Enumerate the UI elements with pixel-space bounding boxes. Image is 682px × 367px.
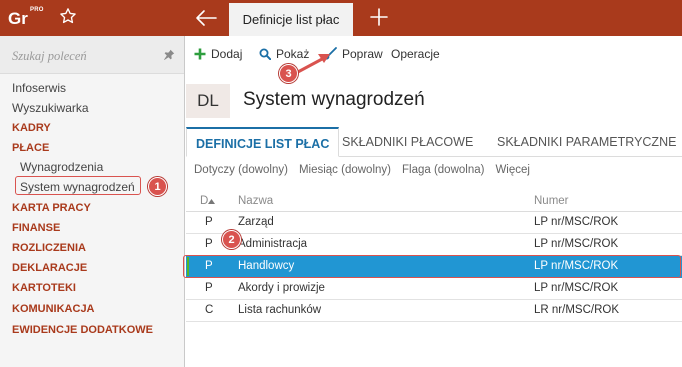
tab-definicje-list-plac[interactable]: DEFINICJE LIST PŁAC xyxy=(186,127,340,157)
callout-3: 3 xyxy=(279,64,298,83)
table-row[interactable]: P Administracja LP nr/MSC/ROK xyxy=(186,234,682,256)
callout-1: 1 xyxy=(148,177,167,196)
filter-flaga[interactable]: Flaga (dowolna) xyxy=(402,164,484,176)
content-tabs: DEFINICJE LIST PŁAC SKŁADNIKI PŁACOWE SK… xyxy=(186,127,682,157)
sidebar-item-ewidencje-dodatkowe[interactable]: EWIDENCJE DODATKOWE xyxy=(0,320,184,340)
cell-name: Akordy i prowizje xyxy=(238,282,325,294)
highlight-system-wynagrodzen xyxy=(15,176,141,195)
page-title: System wynagrodzeń xyxy=(243,89,425,110)
cell-name: Zarząd xyxy=(238,216,274,228)
back-arrow-icon[interactable] xyxy=(195,9,217,27)
edit-label: Popraw xyxy=(342,47,383,61)
cell-number: LP nr/MSC/ROK xyxy=(534,238,619,250)
sidebar-item-rozliczenia[interactable]: ROZLICZENIA xyxy=(0,238,184,258)
column-header-nazwa[interactable]: Nazwa xyxy=(238,195,273,207)
highlight-handlowcy xyxy=(183,255,681,278)
add-button[interactable]: Dodaj xyxy=(194,47,242,61)
sidebar-item-kartoteki[interactable]: KARTOTEKI xyxy=(0,278,184,298)
add-label: Dodaj xyxy=(211,47,243,61)
toolbar: Dodaj Pokaż Popraw Operacje xyxy=(186,36,682,74)
sidebar-item-infoserwis[interactable]: Infoserwis xyxy=(0,78,184,98)
column-header-numer[interactable]: Numer xyxy=(534,195,569,207)
logo-suffix: PRO xyxy=(30,7,44,13)
sort-up-icon[interactable] xyxy=(208,199,215,204)
show-label: Pokaż xyxy=(276,47,310,61)
callout-2: 2 xyxy=(222,230,241,249)
sidebar: Szukaj poleceń Infoserwis Wyszukiwarka KAD… xyxy=(0,36,185,367)
tab-definicje-list-plac[interactable]: Definicje list płac xyxy=(229,3,353,36)
sidebar-item-wyszukiwarka[interactable]: Wyszukiwarka xyxy=(0,98,184,118)
sidebar-item-komunikacja[interactable]: KOMUNIKACJA xyxy=(0,299,184,319)
add-icon xyxy=(194,48,206,60)
table-row[interactable]: P Zarząd LP nr/MSC/ROK xyxy=(186,212,682,234)
table-header: D Nazwa Numer xyxy=(186,192,682,212)
sidebar-item-karta-pracy[interactable]: KARTA PRACY xyxy=(0,198,184,218)
brush-icon xyxy=(324,47,337,60)
cell-d: P xyxy=(205,216,213,228)
cell-name: Administracja xyxy=(238,238,308,250)
operations-button[interactable]: Operacje xyxy=(391,47,440,61)
search-input[interactable]: Szukaj poleceń xyxy=(12,49,87,64)
search-icon xyxy=(259,48,271,60)
cell-name: Lista rachunków xyxy=(238,304,322,316)
sidebar-item-kadry[interactable]: KADRY xyxy=(0,118,184,138)
filter-dotyczy[interactable]: Dotyczy (dowolny) xyxy=(194,164,288,176)
pin-icon[interactable] xyxy=(163,49,175,61)
sidebar-item-wynagrodzenia[interactable]: Wynagrodzenia xyxy=(0,157,184,177)
cell-d: P xyxy=(205,282,213,294)
operations-label: Operacje xyxy=(391,47,440,61)
table-row[interactable]: C Lista rachunków LR nr/MSC/ROK xyxy=(186,300,682,322)
table-row[interactable]: P Akordy i prowizje LP nr/MSC/ROK xyxy=(186,278,682,300)
search-box[interactable]: Szukaj poleceń xyxy=(0,36,184,74)
cell-number: LR nr/MSC/ROK xyxy=(534,304,619,316)
edit-button[interactable]: Popraw xyxy=(323,47,383,61)
filter-miesiac[interactable]: Miesiąc (dowolny) xyxy=(299,164,391,176)
sidebar-item-place[interactable]: PŁACE xyxy=(0,138,184,158)
plus-icon[interactable] xyxy=(370,8,388,26)
sidebar-item-deklaracje[interactable]: DEKLARACJE xyxy=(0,258,184,278)
cell-number: LP nr/MSC/ROK xyxy=(534,282,619,294)
tab-skladniki-placowe[interactable]: SKŁADNIKI PŁACOWE xyxy=(333,127,482,157)
logo-text: Gr xyxy=(8,9,28,28)
sidebar-item-finanse[interactable]: FINANSE xyxy=(0,218,184,238)
top-bar: Gr PRO Definicje list płac xyxy=(0,0,682,36)
cell-d: P xyxy=(205,238,213,250)
page-badge: DL xyxy=(186,84,230,118)
cell-number: LP nr/MSC/ROK xyxy=(534,216,619,228)
cell-d: C xyxy=(205,304,214,316)
star-icon[interactable] xyxy=(59,7,77,25)
app-logo[interactable]: Gr PRO xyxy=(8,4,43,32)
show-button[interactable]: Pokaż xyxy=(259,47,309,61)
filter-wiecej[interactable]: Więcej xyxy=(495,164,530,176)
filter-bar: Dotyczy (dowolny) Miesiąc (dowolny) Flag… xyxy=(194,164,530,176)
tab-skladniki-parametryczne[interactable]: SKŁADNIKI PARAMETRYCZNE xyxy=(488,127,682,157)
